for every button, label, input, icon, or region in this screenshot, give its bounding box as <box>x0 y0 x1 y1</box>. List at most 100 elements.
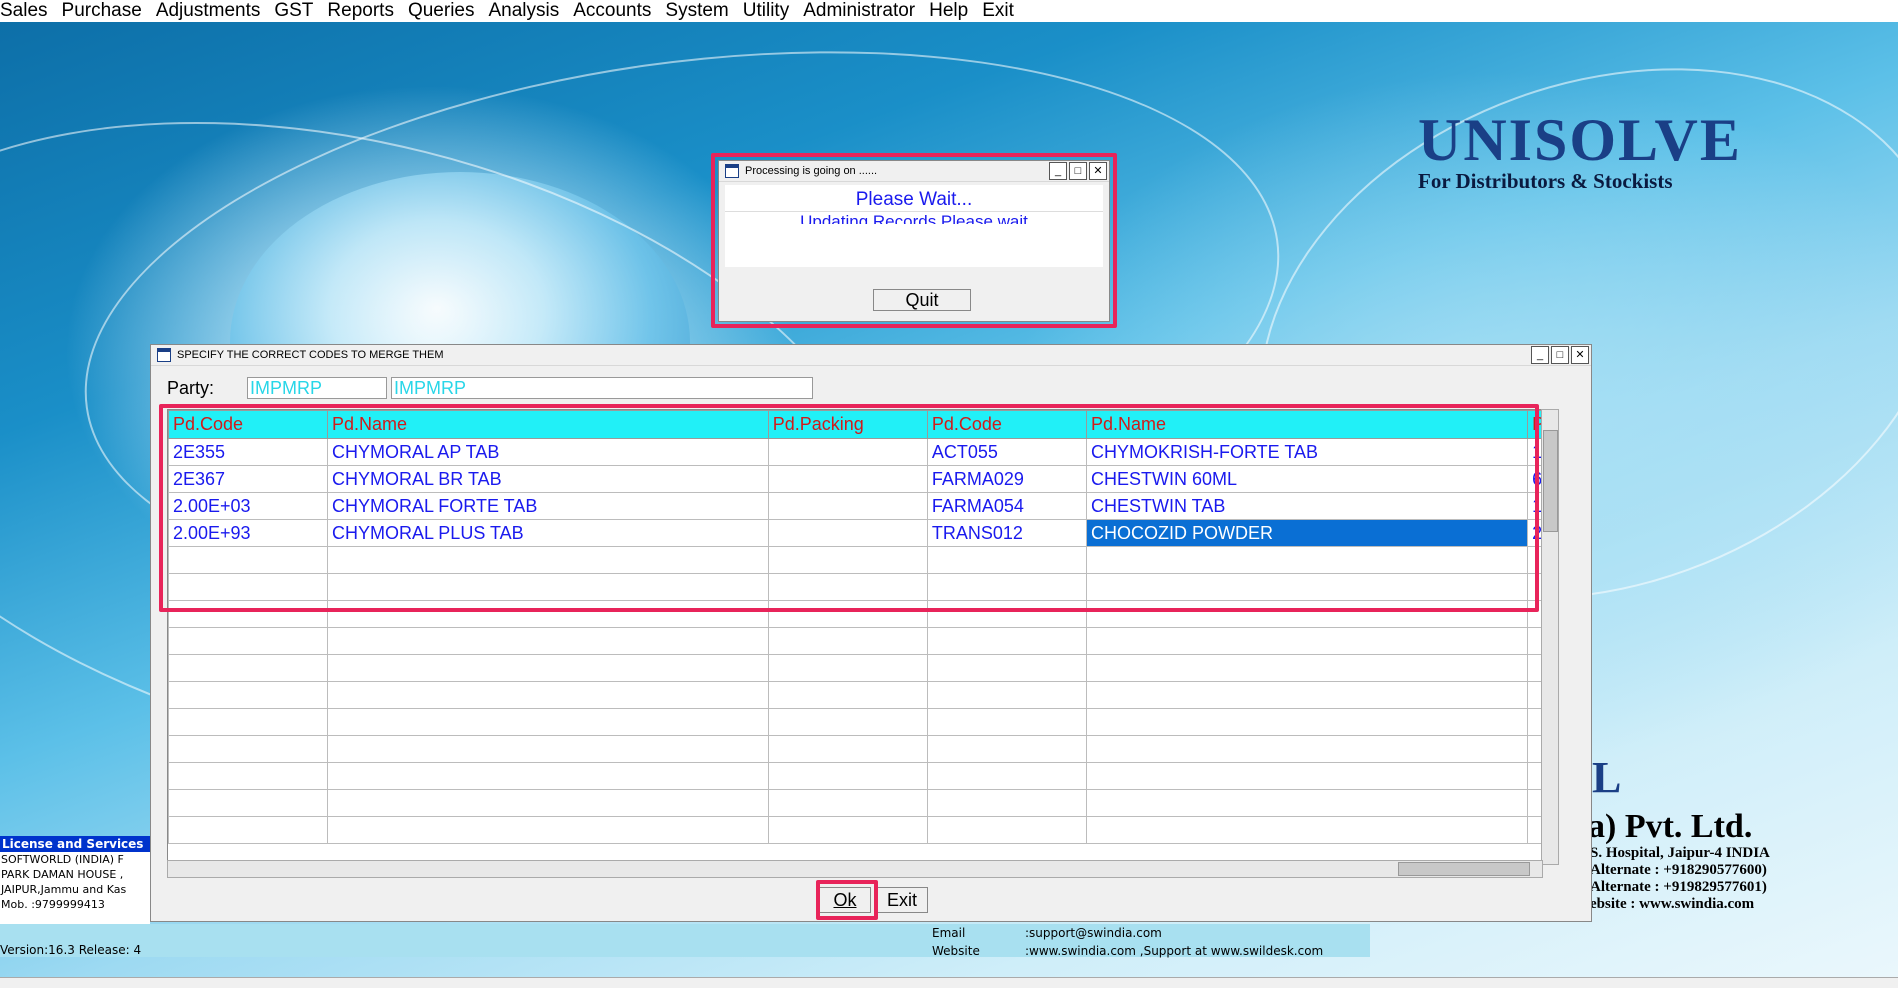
column-header[interactable]: Pd.Packing <box>767 410 928 439</box>
table-row[interactable]: 2.00E+93 CHYMORAL PLUS TAB TRANS012 CHOCOZI… <box>168 519 1558 547</box>
table-cell[interactable] <box>168 654 328 682</box>
table-cell[interactable] <box>326 762 769 790</box>
table-cell[interactable] <box>1085 600 1529 628</box>
scroll-thumb[interactable] <box>1398 862 1530 876</box>
table-cell[interactable] <box>1085 654 1529 682</box>
table-cell[interactable]: CHYMORAL PLUS TAB <box>326 519 769 547</box>
menu-queries[interactable]: Queries <box>401 0 482 22</box>
table-row[interactable] <box>168 573 1558 601</box>
table-cell[interactable] <box>168 762 328 790</box>
table-cell[interactable] <box>767 816 928 844</box>
table-cell[interactable] <box>1085 573 1529 601</box>
ok-button[interactable]: Ok <box>819 887 871 913</box>
column-header[interactable]: Pd.Name <box>1085 410 1529 439</box>
maximize-icon[interactable]: □ <box>1069 162 1087 180</box>
column-header[interactable]: Pd.Code <box>926 410 1088 439</box>
table-cell[interactable] <box>1085 681 1529 709</box>
table-cell[interactable] <box>926 600 1088 628</box>
table-cell[interactable] <box>168 600 328 628</box>
party-name-field[interactable]: IMPMRP <box>391 377 813 399</box>
table-cell[interactable] <box>326 546 769 574</box>
table-cell[interactable]: CHESTWIN TAB <box>1085 492 1529 520</box>
table-cell[interactable] <box>926 681 1088 709</box>
menu-administrator[interactable]: Administrator <box>796 0 922 22</box>
table-cell[interactable] <box>767 465 928 493</box>
table-cell[interactable] <box>767 708 928 736</box>
table-cell[interactable] <box>926 708 1088 736</box>
party-code-field[interactable]: IMPMRP <box>247 377 387 399</box>
table-cell[interactable] <box>326 789 769 817</box>
table-cell[interactable] <box>926 735 1088 763</box>
menu-analysis[interactable]: Analysis <box>481 0 566 22</box>
table-cell[interactable] <box>1085 762 1529 790</box>
column-header[interactable]: Pd.Code <box>168 410 328 439</box>
menu-exit[interactable]: Exit <box>975 0 1021 22</box>
table-cell[interactable] <box>326 816 769 844</box>
table-cell[interactable] <box>767 519 928 547</box>
table-row[interactable] <box>168 600 1558 628</box>
table-cell[interactable]: 2E367 <box>168 465 328 493</box>
table-cell[interactable] <box>926 762 1088 790</box>
table-cell[interactable] <box>1085 708 1529 736</box>
table-cell[interactable] <box>326 681 769 709</box>
maximize-icon[interactable]: □ <box>1551 346 1569 364</box>
table-cell[interactable] <box>767 438 928 466</box>
table-cell[interactable] <box>767 762 928 790</box>
table-cell[interactable] <box>926 789 1088 817</box>
quit-button[interactable]: Quit <box>873 289 971 311</box>
table-cell[interactable] <box>767 546 928 574</box>
table-cell[interactable] <box>926 654 1088 682</box>
table-row[interactable] <box>168 627 1558 655</box>
close-icon[interactable]: ✕ <box>1571 346 1589 364</box>
table-cell[interactable]: FARMA029 <box>926 465 1088 493</box>
menu-help[interactable]: Help <box>922 0 975 22</box>
table-cell[interactable]: CHYMORAL FORTE TAB <box>326 492 769 520</box>
table-row[interactable]: 2E367 CHYMORAL BR TAB FARMA029 CHESTWIN 60M… <box>168 465 1558 493</box>
table-cell[interactable]: CHYMORAL AP TAB <box>326 438 769 466</box>
table-cell[interactable] <box>326 654 769 682</box>
close-icon[interactable]: ✕ <box>1089 162 1107 180</box>
table-cell[interactable] <box>1085 735 1529 763</box>
table-cell[interactable] <box>168 546 328 574</box>
table-cell[interactable] <box>926 573 1088 601</box>
table-cell[interactable] <box>926 546 1088 574</box>
table-cell[interactable] <box>767 789 928 817</box>
table-cell[interactable]: 2E355 <box>168 438 328 466</box>
table-row[interactable] <box>168 546 1558 574</box>
table-cell[interactable] <box>767 654 928 682</box>
table-cell[interactable] <box>926 627 1088 655</box>
table-cell[interactable] <box>326 573 769 601</box>
table-row[interactable]: 2.00E+03 CHYMORAL FORTE TAB FARMA054 CHESTW… <box>168 492 1558 520</box>
table-cell[interactable] <box>767 600 928 628</box>
table-cell[interactable] <box>168 627 328 655</box>
table-cell[interactable] <box>926 816 1088 844</box>
table-cell[interactable] <box>168 789 328 817</box>
table-cell[interactable] <box>767 573 928 601</box>
table-cell[interactable]: ACT055 <box>926 438 1088 466</box>
menu-utility[interactable]: Utility <box>736 0 796 22</box>
vertical-scrollbar[interactable] <box>1541 409 1559 865</box>
table-cell[interactable] <box>767 627 928 655</box>
table-cell[interactable] <box>168 573 328 601</box>
table-cell[interactable]: CHESTWIN 60ML <box>1085 465 1529 493</box>
table-row[interactable] <box>168 762 1558 790</box>
menu-system[interactable]: System <box>658 0 735 22</box>
table-row[interactable] <box>168 654 1558 682</box>
table-cell[interactable] <box>326 600 769 628</box>
table-cell[interactable]: TRANS012 <box>926 519 1088 547</box>
table-row[interactable] <box>168 735 1558 763</box>
minimize-icon[interactable]: _ <box>1049 162 1067 180</box>
table-cell[interactable]: FARMA054 <box>926 492 1088 520</box>
table-cell[interactable] <box>1085 546 1529 574</box>
table-cell[interactable] <box>767 735 928 763</box>
table-cell[interactable] <box>1085 816 1529 844</box>
table-cell[interactable] <box>168 681 328 709</box>
table-cell[interactable] <box>1085 627 1529 655</box>
table-cell[interactable] <box>767 681 928 709</box>
table-row[interactable]: 2E355 CHYMORAL AP TAB ACT055 CHYMOKRISH-FOR… <box>168 438 1558 466</box>
table-cell[interactable] <box>1085 789 1529 817</box>
table-row[interactable] <box>168 708 1558 736</box>
menu-sales[interactable]: Sales <box>0 0 55 22</box>
table-row[interactable] <box>168 816 1558 844</box>
exit-button[interactable]: Exit <box>876 887 928 913</box>
